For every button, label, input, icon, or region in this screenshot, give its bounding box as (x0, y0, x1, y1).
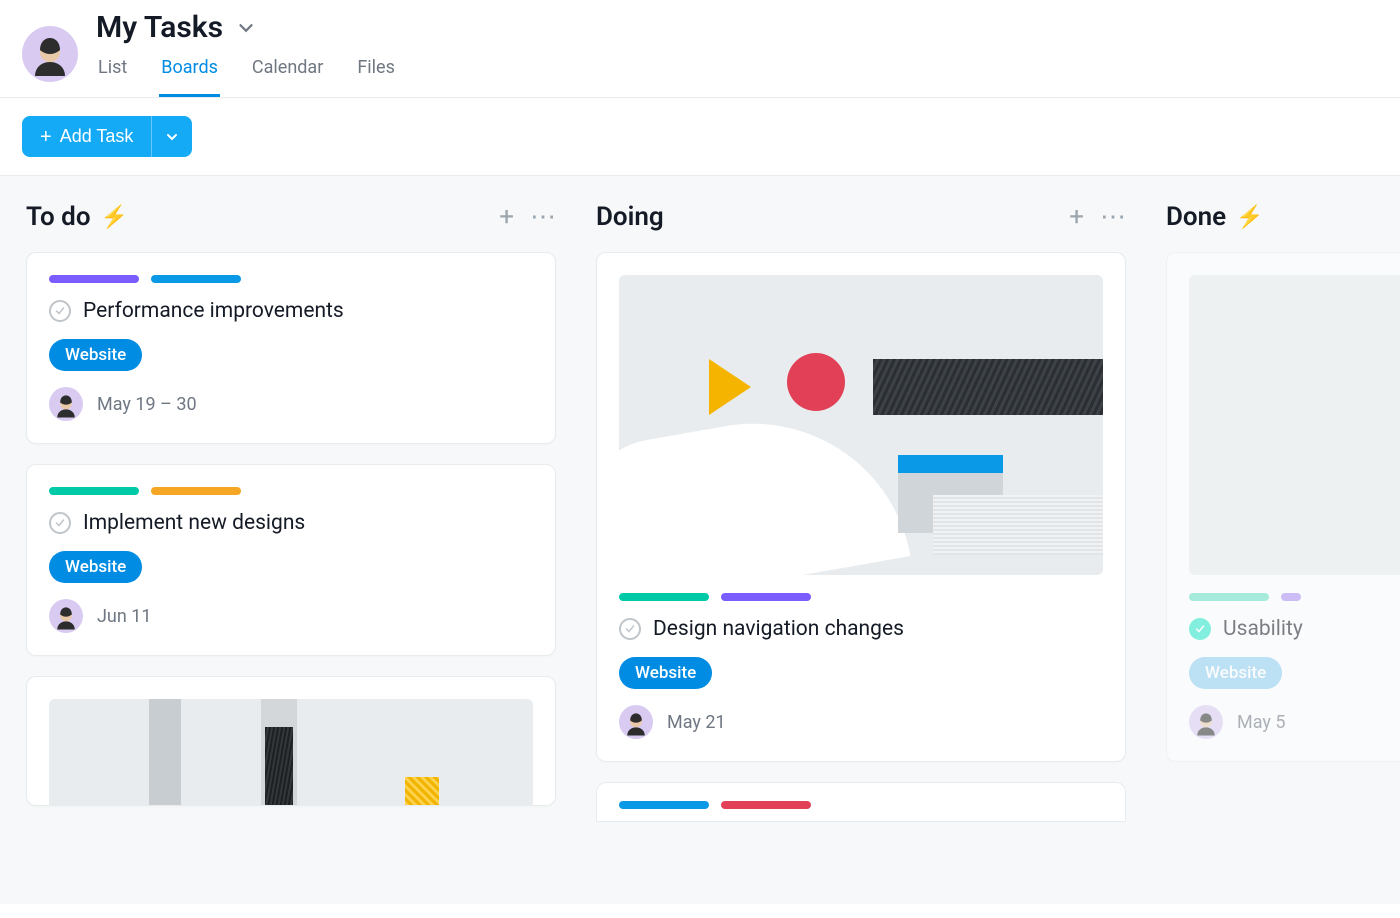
tab-list[interactable]: List (96, 51, 129, 97)
pill (49, 275, 139, 283)
card-cover-image (49, 699, 533, 806)
card-pills (49, 487, 533, 495)
bolt-icon: ⚡ (1236, 205, 1263, 230)
task-card[interactable]: Performance improvements Website May 19 … (26, 252, 556, 444)
column-add-icon[interactable]: + (499, 204, 514, 230)
card-cover-image (1189, 275, 1400, 575)
task-card[interactable] (26, 676, 556, 806)
card-title: Performance improvements (83, 299, 344, 323)
column-more-icon[interactable]: ⋯ (530, 204, 556, 230)
card-tag[interactable]: Website (1189, 657, 1282, 689)
card-pills (1189, 593, 1400, 601)
plus-icon: + (40, 127, 52, 147)
task-card[interactable]: Implement new designs Website Jun 11 (26, 464, 556, 656)
pill (1281, 593, 1301, 601)
card-date: May 5 (1237, 712, 1285, 733)
column-done: Done ⚡ Usability Website May 5 (1166, 202, 1356, 864)
column-todo: To do ⚡ + ⋯ Performance improvements Web… (26, 202, 556, 864)
toolbar: + Add Task (0, 98, 1400, 176)
user-avatar[interactable] (22, 26, 78, 82)
bolt-icon: ⚡ (101, 205, 128, 230)
card-tag[interactable]: Website (49, 339, 142, 371)
card-cover-image (619, 275, 1103, 575)
complete-toggle[interactable] (1189, 618, 1211, 640)
card-tag[interactable]: Website (619, 657, 712, 689)
task-card[interactable]: Usability Website May 5 (1166, 252, 1400, 762)
view-tabs: List Boards Calendar Files (96, 51, 397, 97)
chevron-down-icon[interactable] (235, 17, 257, 39)
complete-toggle[interactable] (49, 300, 71, 322)
assignee-avatar[interactable] (619, 705, 653, 739)
card-title: Usability (1223, 617, 1303, 641)
header: My Tasks List Boards Calendar Files (0, 0, 1400, 98)
card-title: Design navigation changes (653, 617, 904, 641)
pill (721, 801, 811, 809)
board: To do ⚡ + ⋯ Performance improvements Web… (0, 176, 1400, 904)
pill (619, 801, 709, 809)
assignee-avatar[interactable] (1189, 705, 1223, 739)
pill (151, 487, 241, 495)
pill (619, 593, 709, 601)
assignee-avatar[interactable] (49, 599, 83, 633)
column-title: Doing (596, 202, 664, 232)
column-doing: Doing + ⋯ Design navigation changes (596, 202, 1126, 864)
tab-boards[interactable]: Boards (159, 51, 220, 97)
card-date: May 21 (667, 712, 726, 733)
card-title: Implement new designs (83, 511, 305, 535)
check-icon (54, 305, 66, 317)
check-icon (624, 623, 636, 635)
add-task-button[interactable]: + Add Task (22, 116, 151, 157)
column-title: To do (26, 202, 91, 232)
column-title: Done (1166, 202, 1226, 232)
card-pills (619, 593, 1103, 601)
check-icon (54, 517, 66, 529)
check-icon (1194, 623, 1206, 635)
pill (151, 275, 241, 283)
avatar-icon (26, 34, 74, 82)
complete-toggle[interactable] (49, 512, 71, 534)
card-pills (49, 275, 533, 283)
assignee-avatar[interactable] (49, 387, 83, 421)
task-card[interactable]: Design navigation changes Website May 21 (596, 252, 1126, 762)
card-tag[interactable]: Website (49, 551, 142, 583)
card-date: May 19 – 30 (97, 394, 197, 415)
pill (49, 487, 139, 495)
page-title: My Tasks (96, 10, 223, 45)
add-task-dropdown[interactable] (151, 116, 192, 157)
complete-toggle[interactable] (619, 618, 641, 640)
pill (721, 593, 811, 601)
pill (1189, 593, 1269, 601)
task-card[interactable] (596, 782, 1126, 822)
column-add-icon[interactable]: + (1069, 204, 1084, 230)
chevron-down-icon (164, 129, 180, 145)
card-date: Jun 11 (97, 606, 152, 627)
add-task-label: Add Task (60, 126, 134, 147)
tab-files[interactable]: Files (355, 51, 397, 97)
tab-calendar[interactable]: Calendar (250, 51, 325, 97)
column-more-icon[interactable]: ⋯ (1100, 204, 1126, 230)
